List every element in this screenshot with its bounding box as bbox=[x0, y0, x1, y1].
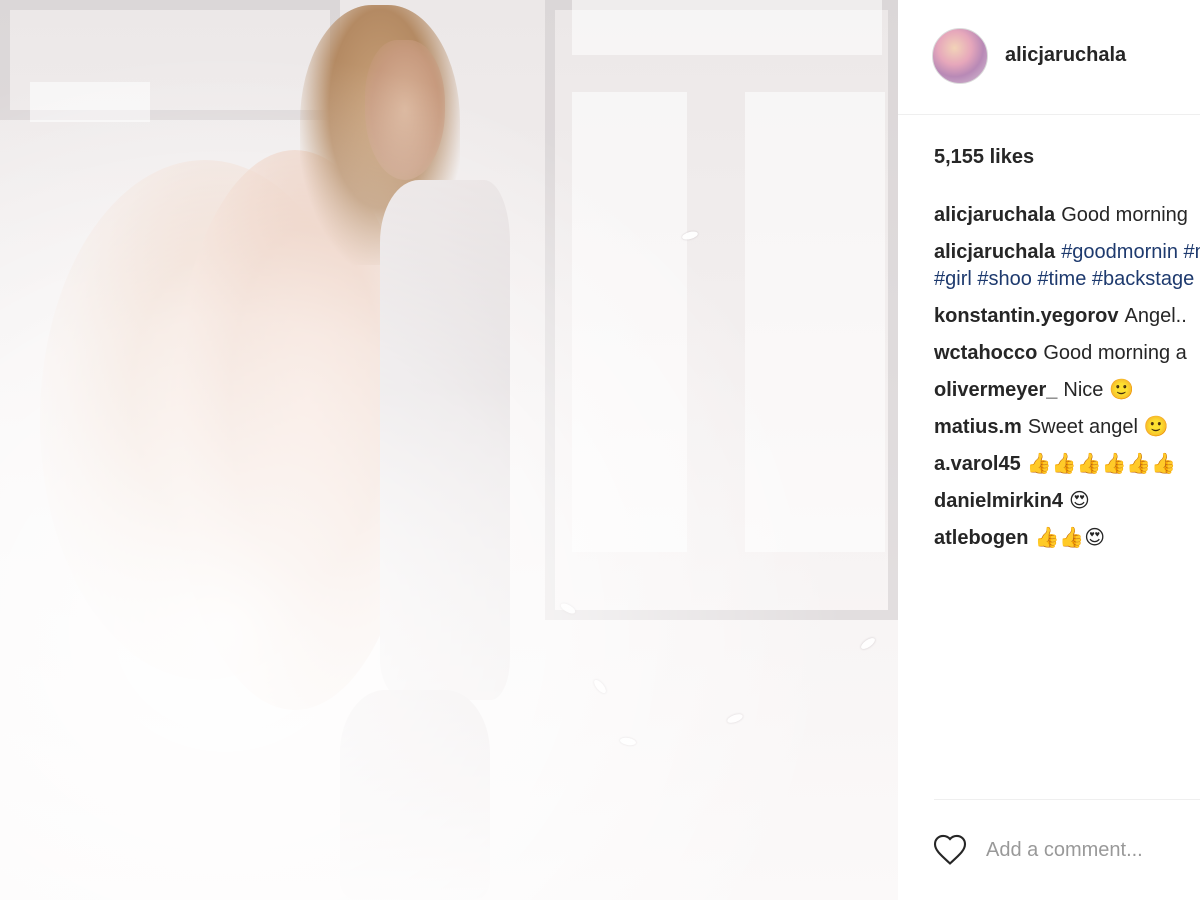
hashtag-link[interactable]: #time bbox=[1037, 268, 1086, 290]
comment-text: Good morning bbox=[1061, 204, 1188, 226]
comment-item: wctahocco Good morning a bbox=[934, 340, 1200, 367]
hashtag-link[interactable]: #model bbox=[1184, 241, 1200, 263]
heart-outline-icon[interactable] bbox=[931, 832, 969, 868]
comment-text: Sweet angel 🙂 bbox=[1027, 416, 1169, 438]
comment-text: 👍👍😍 bbox=[1034, 527, 1106, 549]
comment-item: konstantin.yegorov Angel.. bbox=[934, 303, 1200, 330]
comment-author[interactable]: atlebogen bbox=[934, 527, 1028, 549]
likes-count[interactable]: 5,155 likes bbox=[934, 146, 1034, 169]
light-haze bbox=[0, 0, 898, 900]
comment-author[interactable]: danielmirkin4 bbox=[934, 490, 1063, 512]
add-comment-input[interactable] bbox=[986, 832, 1200, 868]
comment-item: matius.m Sweet angel 🙂 bbox=[934, 414, 1200, 441]
comment-author[interactable]: a.varol45 bbox=[934, 453, 1021, 475]
comment-text: 👍👍👍👍👍👍 bbox=[1026, 453, 1177, 475]
comment-item: atlebogen 👍👍😍 bbox=[934, 525, 1200, 552]
hashtag-link[interactable]: #girl bbox=[934, 268, 972, 290]
comment-text: Nice 🙂 bbox=[1063, 379, 1134, 401]
comment-item: alicjaruchala Good morning bbox=[934, 202, 1200, 229]
divider bbox=[934, 799, 1200, 800]
post-header: alicjaruchala bbox=[898, 0, 1200, 115]
comment-author[interactable]: matius.m bbox=[934, 416, 1022, 438]
comment-item: olivermeyer_ Nice 🙂 bbox=[934, 377, 1200, 404]
comment-author[interactable]: konstantin.yegorov bbox=[934, 305, 1118, 327]
comment-text: Good morning a bbox=[1043, 342, 1187, 364]
post-author-username[interactable]: alicjaruchala bbox=[1005, 44, 1126, 67]
post-sidebar: alicjaruchala 5,155 likes alicjaruchala G… bbox=[898, 0, 1200, 900]
comment-text: Angel.. bbox=[1124, 305, 1187, 327]
comment-item: a.varol45 👍👍👍👍👍👍 bbox=[934, 451, 1200, 478]
comment-author[interactable]: olivermeyer_ bbox=[934, 379, 1057, 401]
comment-item: danielmirkin4 😍 bbox=[934, 488, 1200, 515]
comment-item: alicjaruchala#goodmornin #model #singer … bbox=[934, 239, 1200, 293]
comment-author[interactable]: wctahocco bbox=[934, 342, 1037, 364]
post-photo[interactable] bbox=[0, 0, 898, 900]
hashtag-link[interactable]: #backstage bbox=[1092, 268, 1194, 290]
avatar[interactable] bbox=[932, 28, 988, 84]
comment-list: alicjaruchala Good morning alicjaruchala #g… bbox=[934, 202, 1200, 562]
comment-author[interactable]: alicjaruchala bbox=[934, 241, 1055, 263]
hashtag-link[interactable]: #goodmornin bbox=[1061, 241, 1178, 263]
hashtag-link[interactable]: #shoo bbox=[977, 268, 1032, 290]
comment-author[interactable]: alicjaruchala bbox=[934, 204, 1055, 226]
comment-text: 😍 bbox=[1068, 490, 1090, 512]
